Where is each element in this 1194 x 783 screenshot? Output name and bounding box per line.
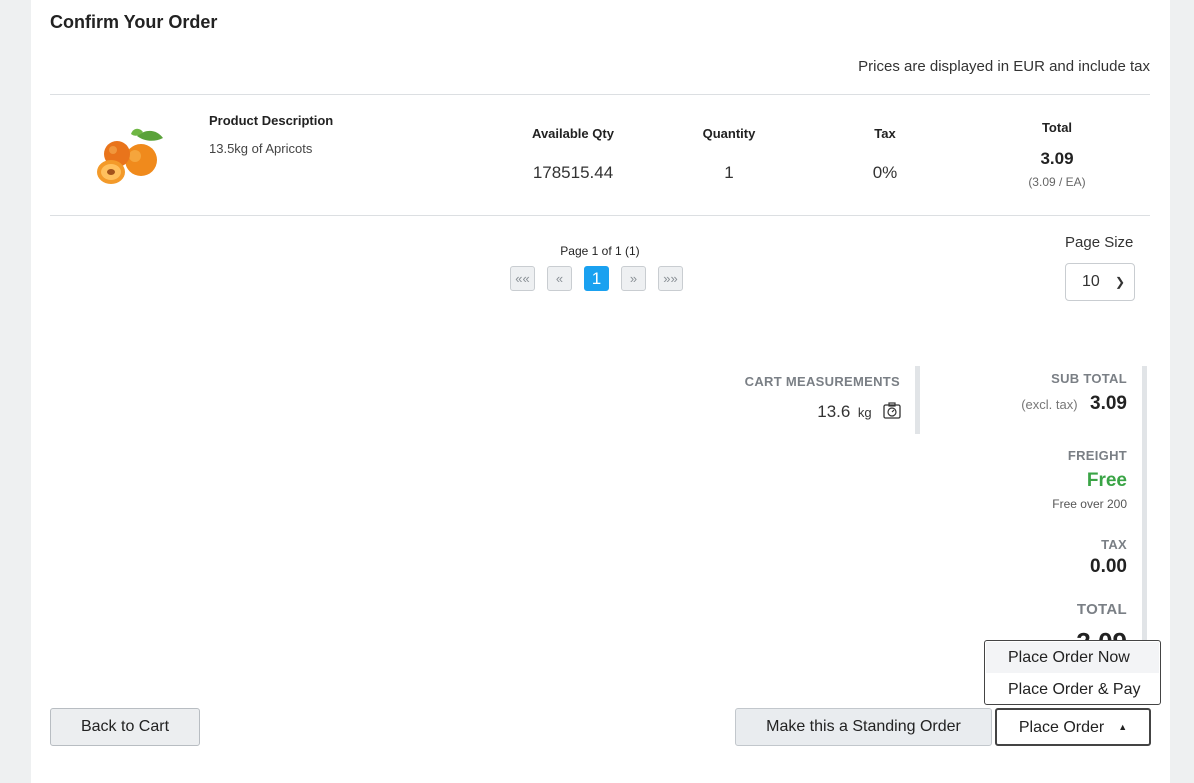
column-header-available-qty: Available Qty [532,126,614,141]
back-to-cart-button[interactable]: Back to Cart [50,708,200,746]
line-total-value: 3.09 [1040,149,1074,168]
page-title: Confirm Your Order [50,12,218,32]
measurement-value: 13.6 [817,402,851,421]
menu-item-place-order-and-pay[interactable]: Place Order & Pay [986,674,1159,705]
product-description: 13.5kg of Apricots [209,141,313,156]
menu-item-place-order-now[interactable]: Place Order Now [986,642,1159,673]
total-label: TOTAL [1076,601,1127,618]
tax-total-value: 0.00 [1090,556,1127,577]
divider [50,94,1150,95]
cart-measurements-label: CART MEASUREMENTS [744,374,900,389]
subtotal-note: (excl. tax) [1021,397,1078,412]
unit-price: (3.09 / EA) [1028,175,1086,189]
first-page-button[interactable]: «« [510,266,535,291]
cart-measurements: 13.6 kg [731,402,901,422]
subtotal-label: SUB TOTAL [1051,371,1127,386]
column-header-quantity: Quantity [702,126,756,141]
page-1-button[interactable]: 1 [584,266,609,291]
page-size-value: 10 [1082,273,1100,290]
freight-value: Free [1086,470,1127,491]
page-size-select[interactable]: 10 ❯ [1065,263,1135,301]
pagination-status: Page 1 of 1 (1) [560,244,640,258]
separator-bar [1142,366,1147,646]
scale-icon [883,402,901,419]
last-page-button[interactable]: »» [658,266,683,291]
measurement-unit: kg [857,405,872,420]
quantity-value: 1 [724,163,734,182]
divider [50,215,1150,216]
price-note: Prices are displayed in EUR and include … [858,58,1150,75]
column-header-total: Total [1041,120,1073,135]
place-order-label: Place Order [1018,719,1105,736]
column-header-tax: Tax [874,126,896,141]
subtotal-value: 3.09 [1090,393,1127,414]
freight-note: Free over 200 [1052,497,1127,511]
place-order-menu: Place Order Now Place Order & Pay [984,640,1161,705]
caret-up-icon: ▲ [1118,722,1128,732]
subtotal-row: (excl. tax) 3.09 [961,393,1127,415]
tax-label: TAX [1101,537,1127,552]
prev-page-button[interactable]: « [547,266,572,291]
column-header-description: Product Description [209,113,334,128]
standing-order-button[interactable]: Make this a Standing Order [735,708,992,746]
next-page-button[interactable]: » [621,266,646,291]
place-order-button[interactable]: Place Order ▲ [995,708,1151,746]
apricots-image [97,128,163,184]
order-confirmation-page: Confirm Your Order Prices are displayed … [31,0,1170,783]
tax-value: 0% [872,163,898,182]
available-qty-value: 178515.44 [532,163,614,182]
freight-label: FREIGHT [1067,448,1127,463]
separator-bar [915,366,920,434]
page-size-label: Page Size [1065,234,1134,251]
chevron-down-icon: ❯ [1114,275,1125,289]
